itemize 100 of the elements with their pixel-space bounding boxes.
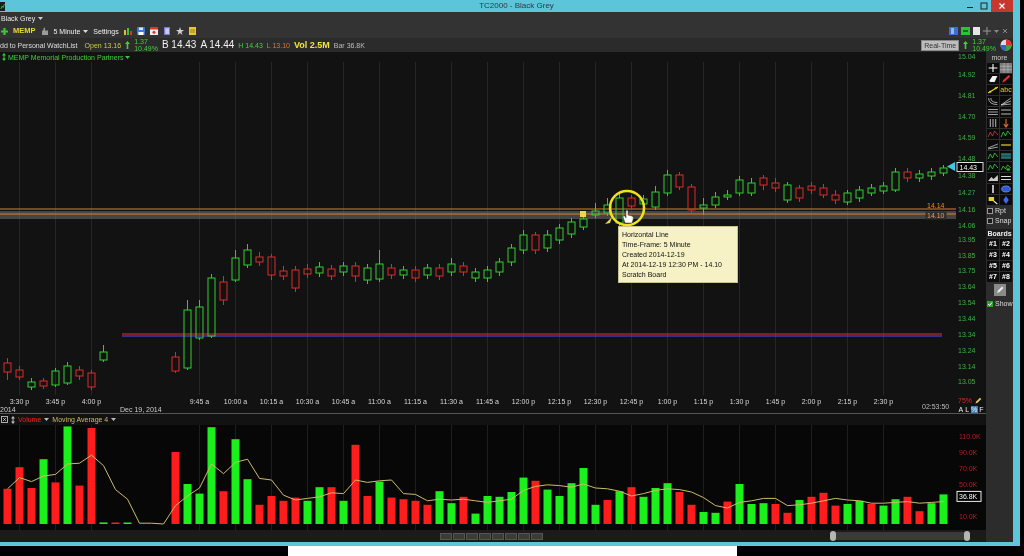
updown-icon[interactable] [11,415,15,424]
volume-bar [807,496,816,524]
volume-bar [867,504,876,524]
bar-chart-icon[interactable] [123,27,132,35]
volume-bar [759,503,768,524]
volume-bar [339,500,348,524]
volume-bar [3,488,12,524]
close-icon[interactable] [991,0,1013,12]
volume-bar [627,487,636,524]
zigzag-icon[interactable] [1000,129,1012,139]
pie-chart-icon[interactable] [1000,39,1012,51]
document-icon[interactable] [162,27,171,35]
volume-bar [291,497,300,524]
slope-lines-icon[interactable] [987,140,999,150]
up-arrow-icon [963,41,969,49]
scroll-handle[interactable] [964,531,970,541]
volume-bar [267,496,276,524]
volume-bar [279,500,288,524]
volume-bar [399,499,408,524]
volume-bar [663,483,672,524]
arc-icon[interactable] [987,96,999,106]
caret-icon[interactable] [125,55,131,59]
pencil-icon[interactable] [975,397,982,404]
volume-bar [735,484,744,524]
volume-bar [303,500,312,524]
caret-icon[interactable] [44,418,50,421]
caret-icon[interactable] [38,16,44,20]
close-icon[interactable] [1,416,8,423]
volume-bar [855,500,864,524]
zigzag-icon[interactable] [987,129,999,139]
calendar-icon[interactable] [149,27,158,35]
updown-icon[interactable] [2,53,6,61]
zigzag-icon[interactable] [987,162,999,172]
note-icon[interactable] [188,27,196,35]
volume-bar [723,501,732,524]
volume-bar [507,492,516,524]
scroll-handle[interactable] [830,531,836,541]
volume-bar [411,500,420,524]
hand-cursor-icon [622,209,634,224]
volume-total: Vol 2.5M [293,40,330,50]
move-icon[interactable] [983,27,991,35]
anchor-handle-icon[interactable] [580,211,586,217]
volume-bar [171,452,180,524]
rectangle-icon[interactable] [987,195,999,205]
volume-bar [639,496,648,524]
add-icon[interactable] [1,27,8,35]
star-icon[interactable] [175,27,184,35]
app-icon [0,1,5,11]
save-icon[interactable] [136,27,145,35]
horizontal-lines-icon[interactable] [1000,173,1012,183]
diamond-icon[interactable] [1000,195,1012,205]
trendline-icon[interactable] [987,85,999,95]
volume-bar [255,504,264,524]
volume-bar [579,468,588,524]
edit-icon[interactable] [993,284,1006,296]
caret-icon[interactable] [83,29,89,33]
fan-lines-icon[interactable] [1000,96,1012,106]
volume-bar [615,491,624,524]
ellipse-icon[interactable] [1000,184,1012,194]
volume-bar [891,499,900,524]
ask-price: A 14.44 [200,40,235,50]
volume-bar [27,488,36,524]
vertical-lines-icon[interactable] [987,118,999,128]
volume-bar [219,491,228,524]
caret-icon[interactable] [111,418,117,421]
volume-bar [75,485,84,524]
volume-bar [939,494,948,524]
hand-icon[interactable] [40,27,49,35]
eraser-icon[interactable] [987,74,999,84]
volume-bar [363,496,372,524]
volume-bar [51,482,60,524]
volume-bar [795,500,804,524]
volume-bar [459,496,468,524]
volume-bar [903,496,912,524]
volume-bar [879,505,888,524]
horizontal-lines-icon[interactable] [987,107,999,117]
volume-bar [567,483,576,524]
volume-bar [315,487,324,524]
crosshair-icon[interactable] [987,63,999,73]
volume-bar [843,504,852,524]
mountain-icon[interactable] [987,173,999,183]
zigzag-icon[interactable] [1000,162,1012,172]
volume-bar [519,477,528,524]
volume-bar [327,487,336,524]
volume-bar [15,467,24,524]
zigzag-icon[interactable] [987,151,999,161]
maximize-icon[interactable] [977,0,991,12]
volume-bar [711,512,720,524]
volume-bar [483,496,492,524]
volume-bar [603,500,612,524]
volume-bar [783,512,792,524]
volume-bar [495,496,504,524]
volume-bar [771,504,780,524]
window-tile-icon[interactable] [973,27,980,35]
volume-bar [375,481,384,524]
close-icon[interactable] [1002,28,1008,34]
down-arrow-icon[interactable] [1000,118,1012,128]
layout-tile-icon[interactable] [949,27,958,35]
bid-price: B 14.43 [161,40,197,50]
link-tile-icon[interactable] [961,27,970,35]
